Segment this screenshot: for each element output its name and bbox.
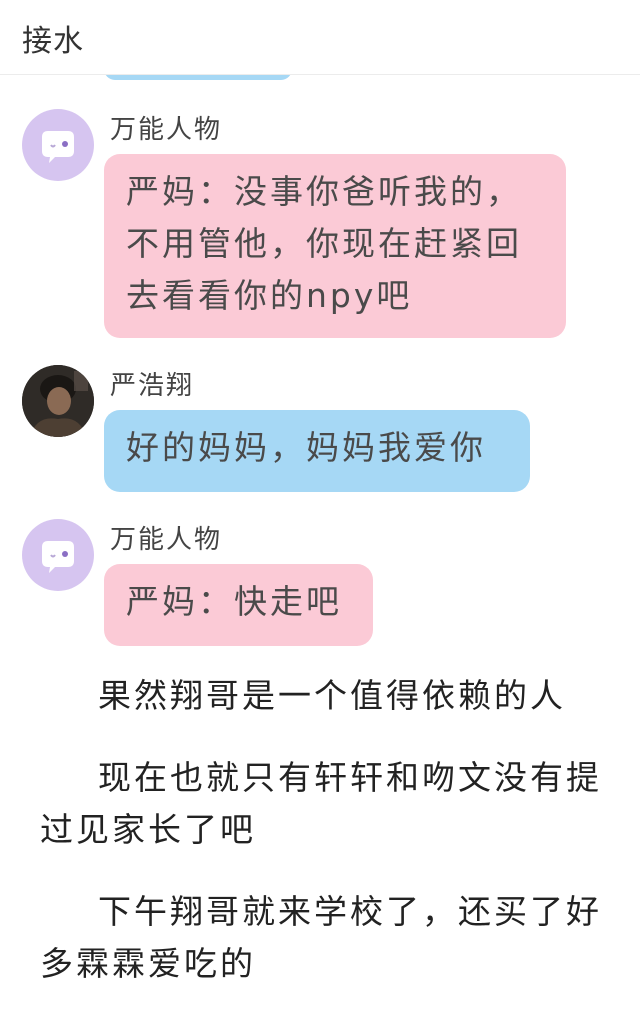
ghost-face-icon: [42, 541, 74, 573]
page-title: 接水: [22, 24, 84, 59]
story-paragraph: 果然翔哥是一个值得依赖的人: [98, 676, 566, 715]
avatar[interactable]: [22, 109, 94, 181]
sender-name: 万能人物: [110, 525, 223, 555]
ghost-face-icon: [42, 131, 74, 163]
story-paragraph: 下午翔哥就来学校了，还买了好多霖霖爱吃的: [40, 892, 602, 983]
avatar[interactable]: [22, 365, 94, 437]
top-bar: 接水: [0, 0, 640, 75]
sender-name: 万能人物: [110, 115, 223, 145]
avatar[interactable]: [22, 519, 94, 591]
story-paragraph: 现在也就只有轩轩和吻文没有提过见家长了吧: [40, 758, 602, 849]
message-bubble[interactable]: 严妈：没事你爸听我的，不用管他，你现在赶紧回去看看你的npy吧: [104, 154, 566, 338]
message-bubble[interactable]: 好的妈妈，妈妈我爱你: [104, 410, 530, 492]
sender-name: 严浩翔: [110, 371, 195, 401]
message-bubble[interactable]: 严妈：快走吧: [104, 564, 373, 646]
user-photo: [22, 365, 94, 437]
